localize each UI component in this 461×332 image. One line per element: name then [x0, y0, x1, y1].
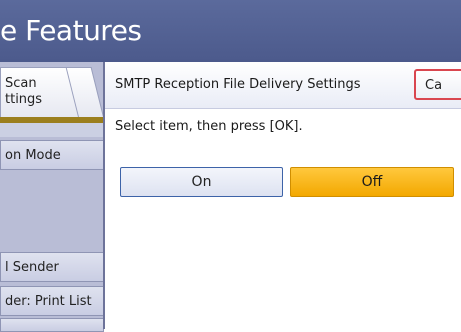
title-bar: e Features	[0, 0, 461, 62]
dialog-title: SMTP Reception File Delivery Settings	[115, 77, 361, 92]
dialog-header: SMTP Reception File Delivery Settings	[105, 62, 461, 109]
cancel-button-label: Ca	[425, 78, 443, 93]
settings-dialog: SMTP Reception File Delivery Settings Ca…	[103, 62, 461, 329]
side-menu-item-label: on Mode	[5, 148, 61, 163]
page-title: e Features	[0, 14, 142, 47]
side-menu-item-more[interactable]	[0, 318, 104, 332]
side-menu-item-mode[interactable]: on Mode	[0, 140, 104, 170]
side-menu-item-label: der: Print List	[5, 294, 92, 309]
tab-scan-settings-label: Scan ttings	[5, 76, 43, 107]
tab-content-strip	[0, 123, 104, 137]
option-on-button[interactable]: On	[120, 167, 283, 197]
cancel-button[interactable]: Ca	[414, 69, 461, 100]
instruction-text: Select item, then press [OK].	[115, 119, 303, 134]
side-menu-item-sender[interactable]: l Sender	[0, 252, 104, 282]
option-off-button[interactable]: Off	[290, 167, 454, 197]
side-menu-item-print-list[interactable]: der: Print List	[0, 286, 104, 316]
side-menu-item-label: l Sender	[5, 260, 59, 275]
